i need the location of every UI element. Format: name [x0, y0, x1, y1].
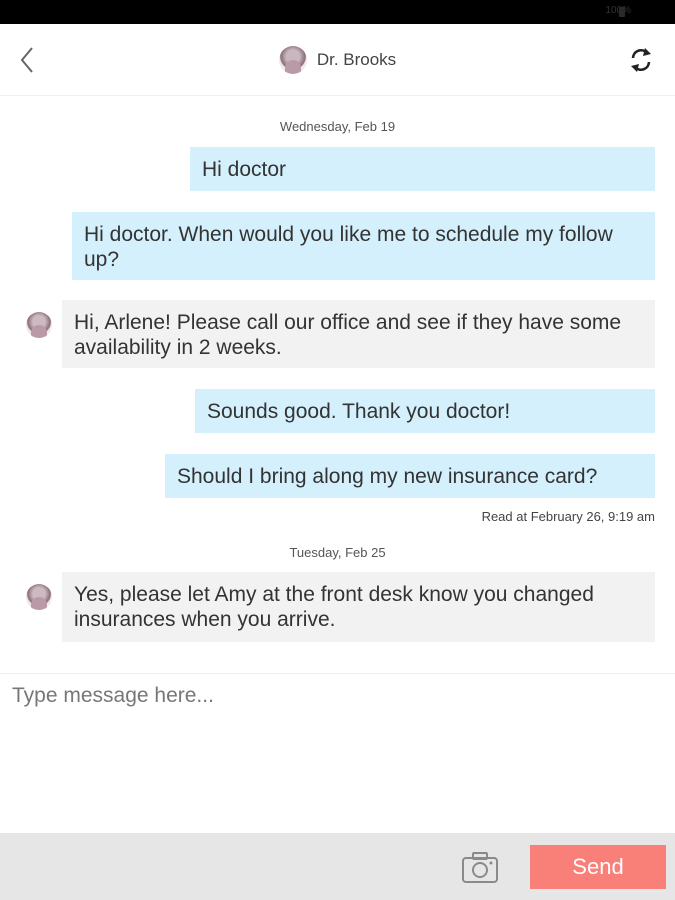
refresh-icon — [631, 48, 651, 72]
message-outgoing[interactable]: Sounds good. Thank you doctor! — [195, 389, 655, 433]
chat-header: Dr. Brooks — [0, 24, 675, 96]
contact-avatar — [278, 46, 307, 74]
sender-avatar — [26, 584, 52, 610]
sender-avatar — [26, 312, 52, 338]
message-outgoing[interactable]: Hi doctor. When would you like me to sch… — [72, 212, 655, 280]
date-separator: Tuesday, Feb 25 — [289, 545, 386, 560]
send-button[interactable]: Send — [530, 845, 666, 889]
status-bar: 100% — [0, 0, 675, 24]
camera-icon — [462, 852, 498, 883]
message-outgoing[interactable]: Hi doctor — [190, 147, 655, 191]
refresh-button[interactable] — [625, 44, 657, 76]
message-input[interactable] — [0, 674, 675, 833]
contact-name: Dr. Brooks — [316, 50, 397, 69]
contact-title: Dr. Brooks — [0, 46, 675, 79]
message-incoming[interactable]: Yes, please let Amy at the front desk kn… — [62, 572, 655, 642]
message-incoming[interactable]: Hi, Arlene! Please call our office and s… — [62, 300, 655, 368]
camera-button[interactable] — [458, 847, 502, 887]
battery-icon — [619, 7, 625, 17]
message-outgoing[interactable]: Should I bring along my new insurance ca… — [165, 454, 655, 498]
date-separator: Wednesday, Feb 19 — [279, 119, 396, 134]
bottom-action-bar: Send — [0, 833, 675, 900]
message-composer — [0, 673, 675, 833]
read-receipt: Read at February 26, 9:19 am — [481, 509, 655, 524]
